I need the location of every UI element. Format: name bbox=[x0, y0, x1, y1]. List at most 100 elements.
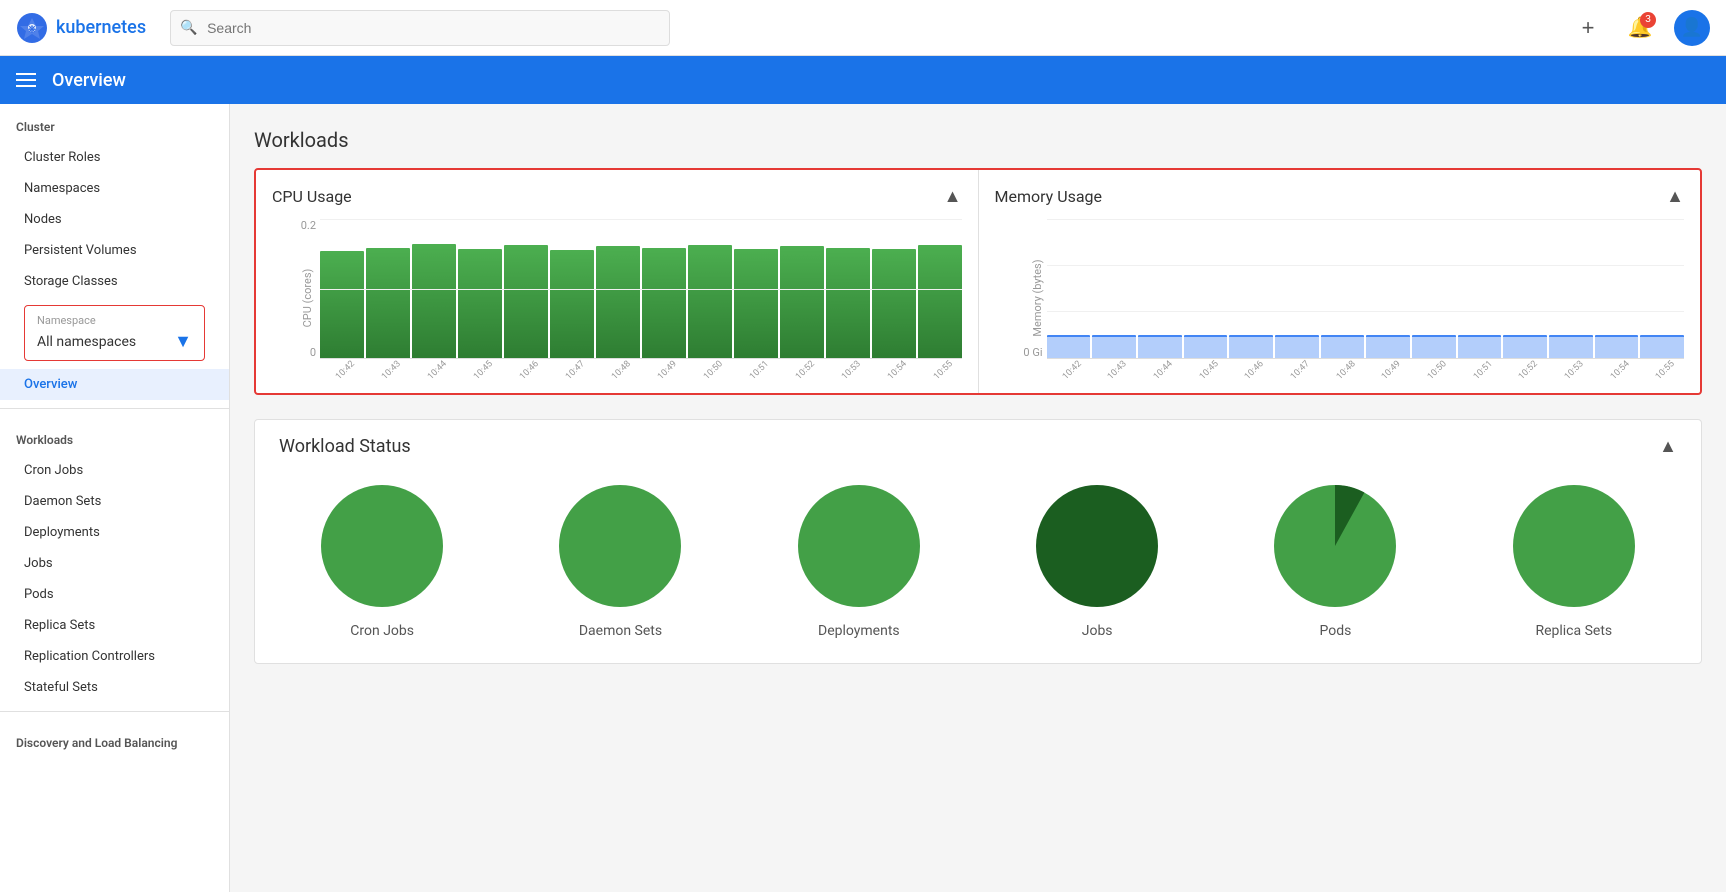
sidebar-item-daemon-sets[interactable]: Daemon Sets bbox=[0, 486, 229, 517]
cpu-x-labels: 10:4210:4310:4410:4510:4610:4710:4810:49… bbox=[320, 367, 962, 377]
pie-item-pods: Pods bbox=[1270, 481, 1400, 639]
cpu-bar-7 bbox=[642, 248, 686, 359]
notification-badge: 3 bbox=[1640, 12, 1656, 28]
pie-chart-4 bbox=[1270, 481, 1400, 611]
namespace-select-row: All namespaces ▼ bbox=[37, 331, 192, 352]
cpu-bar-2 bbox=[412, 244, 456, 358]
sidebar-item-persistent-volumes[interactable]: Persistent Volumes bbox=[0, 235, 229, 266]
sidebar-divider-2 bbox=[0, 711, 229, 712]
header-bar: Overview bbox=[0, 56, 1726, 104]
pie-item-replica-sets: Replica Sets bbox=[1509, 481, 1639, 639]
memory-y-top bbox=[1040, 219, 1043, 232]
sidebar-item-cron-jobs[interactable]: Cron Jobs bbox=[0, 455, 229, 486]
mem-grid-2 bbox=[1047, 311, 1685, 312]
cpu-y-top: 0.2 bbox=[301, 219, 316, 232]
cpu-bar-10 bbox=[780, 246, 824, 358]
pie-chart-3 bbox=[1032, 481, 1162, 611]
sidebar-item-nodes[interactable]: Nodes bbox=[0, 204, 229, 235]
cpu-y-axis-label: CPU (cores) bbox=[301, 269, 314, 328]
hamburger-line-2 bbox=[16, 79, 36, 81]
k8s-logo-icon: ⎈ bbox=[16, 12, 48, 44]
sidebar-item-replication-controllers[interactable]: Replication Controllers bbox=[0, 641, 229, 672]
mem-grid-top bbox=[1047, 219, 1685, 220]
notifications-button[interactable]: 🔔 3 bbox=[1622, 10, 1658, 46]
pie-label-2: Deployments bbox=[818, 623, 900, 639]
cpu-grid-top bbox=[320, 219, 962, 220]
sidebar-item-overview[interactable]: Overview bbox=[0, 369, 229, 400]
pie-label-4: Pods bbox=[1320, 623, 1352, 639]
pie-label-5: Replica Sets bbox=[1535, 623, 1612, 639]
namespace-label: Namespace bbox=[37, 314, 192, 327]
add-button[interactable]: + bbox=[1570, 10, 1606, 46]
pie-item-deployments: Deployments bbox=[794, 481, 924, 639]
sidebar-item-cluster-roles[interactable]: Cluster Roles bbox=[0, 142, 229, 173]
memory-y-bottom: 0 Gi bbox=[1023, 346, 1042, 359]
search-area: 🔍 bbox=[170, 10, 670, 46]
sidebar-item-storage-classes[interactable]: Storage Classes bbox=[0, 266, 229, 297]
cluster-section-title: Cluster bbox=[0, 104, 229, 142]
main-content: Workloads CPU Usage ▲ 0.2 0 CPU (cores) bbox=[230, 104, 1726, 892]
pie-chart-5 bbox=[1509, 481, 1639, 611]
hamburger-line-3 bbox=[16, 85, 36, 87]
namespace-selector-wrapper: Namespace All namespaces ▼ bbox=[12, 305, 217, 361]
sidebar-item-deployments[interactable]: Deployments bbox=[0, 517, 229, 548]
cpu-bar-1 bbox=[366, 248, 410, 359]
sidebar-item-jobs[interactable]: Jobs bbox=[0, 548, 229, 579]
memory-bars bbox=[1047, 219, 1685, 359]
cpu-bar-8 bbox=[688, 245, 732, 358]
workload-status-collapse-button[interactable]: ▲ bbox=[1659, 436, 1677, 457]
plus-icon: + bbox=[1582, 15, 1595, 41]
cpu-bar-9 bbox=[734, 249, 778, 358]
main-layout: Cluster Cluster Roles Namespaces Nodes P… bbox=[0, 104, 1726, 892]
menu-button[interactable] bbox=[16, 73, 36, 87]
cpu-bar-13 bbox=[918, 245, 962, 358]
sidebar-item-replica-sets[interactable]: Replica Sets bbox=[0, 610, 229, 641]
sidebar-divider-1 bbox=[0, 408, 229, 409]
cpu-bar-5 bbox=[550, 250, 594, 358]
memory-y-axis-label: Memory (bytes) bbox=[1031, 259, 1044, 336]
workloads-section-title: Workloads bbox=[0, 417, 229, 455]
sidebar-item-pods[interactable]: Pods bbox=[0, 579, 229, 610]
profile-icon: 👤 bbox=[1681, 17, 1703, 38]
namespace-dropdown-arrow: ▼ bbox=[174, 331, 192, 352]
pie-label-1: Daemon Sets bbox=[579, 623, 662, 639]
sidebar-item-namespaces[interactable]: Namespaces bbox=[0, 173, 229, 204]
sidebar-item-stateful-sets[interactable]: Stateful Sets bbox=[0, 672, 229, 703]
cpu-bar-6 bbox=[596, 246, 640, 358]
memory-chart-header: Memory Usage ▲ bbox=[995, 186, 1685, 207]
cpu-bar-4 bbox=[504, 245, 548, 358]
cpu-y-bottom: 0 bbox=[310, 346, 316, 359]
pie-item-daemon-sets: Daemon Sets bbox=[555, 481, 685, 639]
namespace-box[interactable]: Namespace All namespaces ▼ bbox=[24, 305, 205, 361]
cpu-bar-12 bbox=[872, 249, 916, 358]
pie-label-0: Cron Jobs bbox=[350, 623, 414, 639]
cpu-chart-body: 0.2 0 CPU (cores) 10:4210:4310:4410: bbox=[272, 219, 962, 377]
brand-name: kubernetes bbox=[56, 17, 146, 38]
search-input[interactable] bbox=[170, 10, 670, 46]
memory-chart-collapse-button[interactable]: ▲ bbox=[1666, 186, 1684, 207]
profile-button[interactable]: 👤 bbox=[1674, 10, 1710, 46]
hamburger-line-1 bbox=[16, 73, 36, 75]
pie-item-cron-jobs: Cron Jobs bbox=[317, 481, 447, 639]
top-nav: ⎈ kubernetes 🔍 + 🔔 3 👤 bbox=[0, 0, 1726, 56]
sidebar: Cluster Cluster Roles Namespaces Nodes P… bbox=[0, 104, 230, 892]
memory-x-labels: 10:4210:4310:4410:4510:4610:4710:4810:49… bbox=[1047, 367, 1685, 377]
workload-pies: Cron Jobs Daemon Sets Deployments Jobs Pods… bbox=[279, 481, 1677, 639]
cpu-chart-title: CPU Usage bbox=[272, 187, 352, 206]
workload-status-card: Workload Status ▲ Cron Jobs Daemon Sets De… bbox=[254, 419, 1702, 664]
cpu-bars bbox=[320, 219, 962, 359]
pie-chart-0 bbox=[317, 481, 447, 611]
charts-container: CPU Usage ▲ 0.2 0 CPU (cores) bbox=[254, 168, 1702, 395]
cpu-chart-panel: CPU Usage ▲ 0.2 0 CPU (cores) bbox=[256, 170, 979, 393]
pie-label-3: Jobs bbox=[1082, 623, 1113, 639]
cpu-grid-mid bbox=[320, 289, 962, 290]
logo-area: ⎈ kubernetes bbox=[16, 12, 146, 44]
cpu-bar-11 bbox=[826, 248, 870, 359]
mem-grid-1 bbox=[1047, 265, 1685, 266]
memory-bars-area: 10:4210:4310:4410:4510:4610:4710:4810:49… bbox=[1047, 219, 1685, 377]
header-title: Overview bbox=[52, 70, 126, 91]
cpu-chart-collapse-button[interactable]: ▲ bbox=[944, 186, 962, 207]
cpu-chart-header: CPU Usage ▲ bbox=[272, 186, 962, 207]
memory-chart-body: 0 Gi Memory (bytes) 10:4210:4310: bbox=[995, 219, 1685, 377]
workload-status-title: Workload Status bbox=[279, 436, 411, 457]
